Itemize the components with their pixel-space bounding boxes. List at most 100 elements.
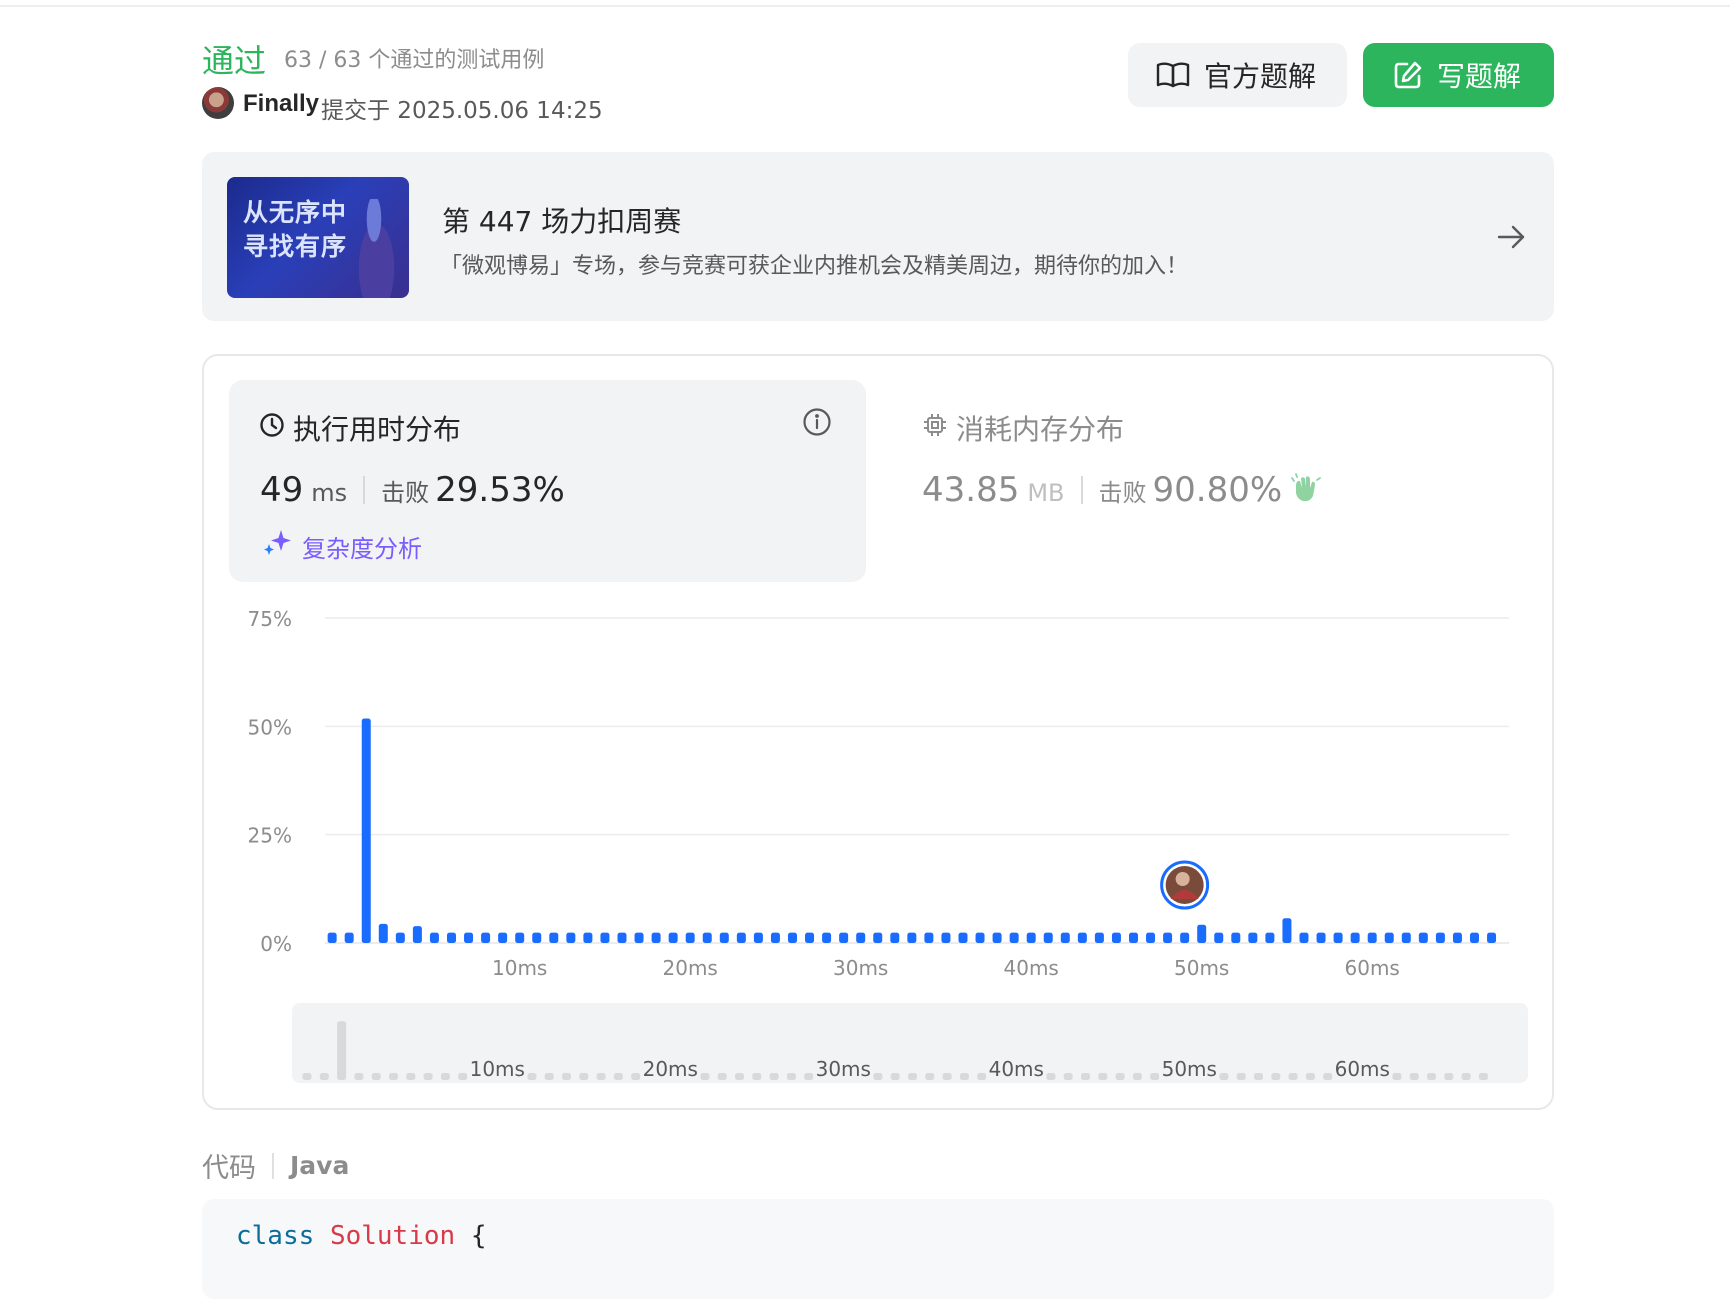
chart-bar — [498, 932, 508, 943]
chart-bar — [566, 932, 576, 943]
contest-banner[interactable]: 从无序中 寻找有序 第 447 场力扣周赛 「微观博易」专场，参与竞赛可获企业内… — [202, 152, 1554, 321]
chart-bar — [1367, 932, 1377, 943]
minimap-bar — [786, 1073, 796, 1080]
chart-bar — [634, 932, 644, 943]
chart-bar — [583, 932, 593, 943]
minimap-bar — [873, 1073, 883, 1080]
minimap-bar — [700, 1073, 710, 1080]
runtime-value-row: 49 ms 击败 29.53% — [260, 470, 565, 510]
minimap-tick-label: 40ms — [989, 1057, 1044, 1081]
minimap-bar — [406, 1073, 416, 1080]
chart-bar — [1009, 932, 1019, 943]
chart-bar — [617, 932, 627, 943]
chart-bar — [805, 932, 815, 943]
minimap-bar — [1444, 1073, 1454, 1080]
minimap-bar — [389, 1073, 398, 1080]
chart-bar — [1214, 932, 1224, 943]
chart-bar — [1299, 932, 1309, 943]
user-avatar[interactable] — [202, 87, 234, 119]
write-solution-button[interactable]: 写题解 — [1363, 43, 1554, 107]
chart-bar — [481, 932, 491, 943]
x-tick-label: 60ms — [1345, 956, 1400, 980]
minimap-bar — [1323, 1073, 1333, 1080]
x-tick-label: 10ms — [492, 956, 547, 980]
chart-bar — [787, 932, 797, 943]
memory-beat-value: 90.80% — [1152, 470, 1283, 510]
chart-bar — [515, 932, 525, 943]
submission-status: 通过 — [202, 42, 267, 80]
minimap-bar — [735, 1073, 744, 1080]
chart-bar — [1316, 932, 1326, 943]
minimap-bar — [1098, 1073, 1108, 1080]
chart-bar — [941, 932, 951, 943]
code-block[interactable]: class Solution { — [202, 1199, 1554, 1299]
user-name[interactable]: Finally — [243, 90, 319, 118]
edit-icon — [1393, 60, 1423, 90]
code-language: Java — [290, 1151, 350, 1180]
chart-bar — [361, 718, 371, 943]
arrow-right-icon[interactable] — [1496, 222, 1526, 257]
contest-title: 第 447 场力扣周赛 — [442, 205, 682, 238]
chart-bar — [532, 932, 542, 943]
banner-figure-illustration — [349, 199, 399, 298]
code-keyword: class — [236, 1221, 315, 1251]
memory-value: 43.85 — [922, 470, 1020, 510]
code-line-1: class Solution { — [236, 1221, 486, 1251]
minimap-bar — [302, 1073, 312, 1080]
chart-bar — [1094, 932, 1104, 943]
minimap-bar — [959, 1073, 969, 1080]
minimap-bar — [544, 1073, 554, 1080]
runtime-title-label: 执行用时分布 — [293, 413, 462, 446]
code-header: 代码 Java — [202, 1146, 349, 1185]
sparkle-icon — [262, 528, 292, 564]
minimap-bar — [319, 1073, 329, 1080]
minimap-bar — [1305, 1073, 1315, 1080]
x-tick-label: 50ms — [1174, 956, 1229, 980]
chart-bar — [958, 932, 968, 943]
chart-bar — [1248, 932, 1258, 943]
official-solution-button[interactable]: 官方题解 — [1128, 43, 1347, 107]
chart-bar — [873, 932, 883, 943]
minimap-bar — [1063, 1073, 1073, 1080]
submission-time: 提交于 2025.05.06 14:25 — [321, 98, 603, 124]
chart-bar — [1418, 932, 1428, 943]
chart-bar — [770, 932, 780, 943]
minimap-bar — [1132, 1073, 1142, 1080]
chart-bar — [975, 932, 985, 943]
memory-value-row: 43.85 MB 击败 90.80% — [922, 470, 1322, 510]
chart-bar — [1265, 932, 1275, 943]
info-icon[interactable] — [802, 407, 832, 442]
minimap-bar — [1081, 1073, 1090, 1080]
chart-bar — [702, 932, 712, 943]
memory-beat-label: 击败 — [1098, 479, 1147, 507]
memory-title[interactable]: 消耗内存分布 — [922, 408, 1124, 448]
minimap-bar — [804, 1073, 814, 1080]
banner-image-text-1: 从无序中 — [243, 198, 348, 227]
chart-bar — [1197, 924, 1207, 943]
chart-bar — [753, 932, 763, 943]
x-tick-label: 20ms — [663, 956, 718, 980]
chart-bar — [1146, 932, 1156, 943]
minimap-bar — [1461, 1073, 1471, 1080]
minimap-bar — [1392, 1073, 1402, 1080]
minimap-bar — [1150, 1073, 1160, 1080]
minimap-bar — [769, 1073, 779, 1080]
chart-bar — [1077, 932, 1087, 943]
minimap-bar — [1236, 1073, 1246, 1080]
code-tab-separator — [272, 1152, 274, 1179]
chart-bar — [685, 932, 695, 943]
complexity-analysis-link[interactable]: 复杂度分析 — [262, 528, 422, 564]
y-tick-label: 0% — [260, 932, 292, 956]
chart-bar — [736, 932, 746, 943]
clock-icon — [259, 412, 285, 445]
memory-separator — [1080, 476, 1083, 504]
minimap-bar — [1271, 1073, 1281, 1080]
minimap-bar — [908, 1073, 917, 1080]
runtime-unit: ms — [311, 479, 348, 507]
test-cases-count: 63 / 63 个通过的测试用例 — [284, 48, 545, 73]
minimap-bar — [371, 1073, 381, 1080]
minimap-bar — [1288, 1073, 1298, 1080]
chart-bar — [992, 932, 1002, 943]
runtime-panel[interactable]: 执行用时分布 49 ms 击败 29.53% 复杂度分析 — [229, 380, 866, 582]
chart-bar — [1231, 932, 1241, 943]
